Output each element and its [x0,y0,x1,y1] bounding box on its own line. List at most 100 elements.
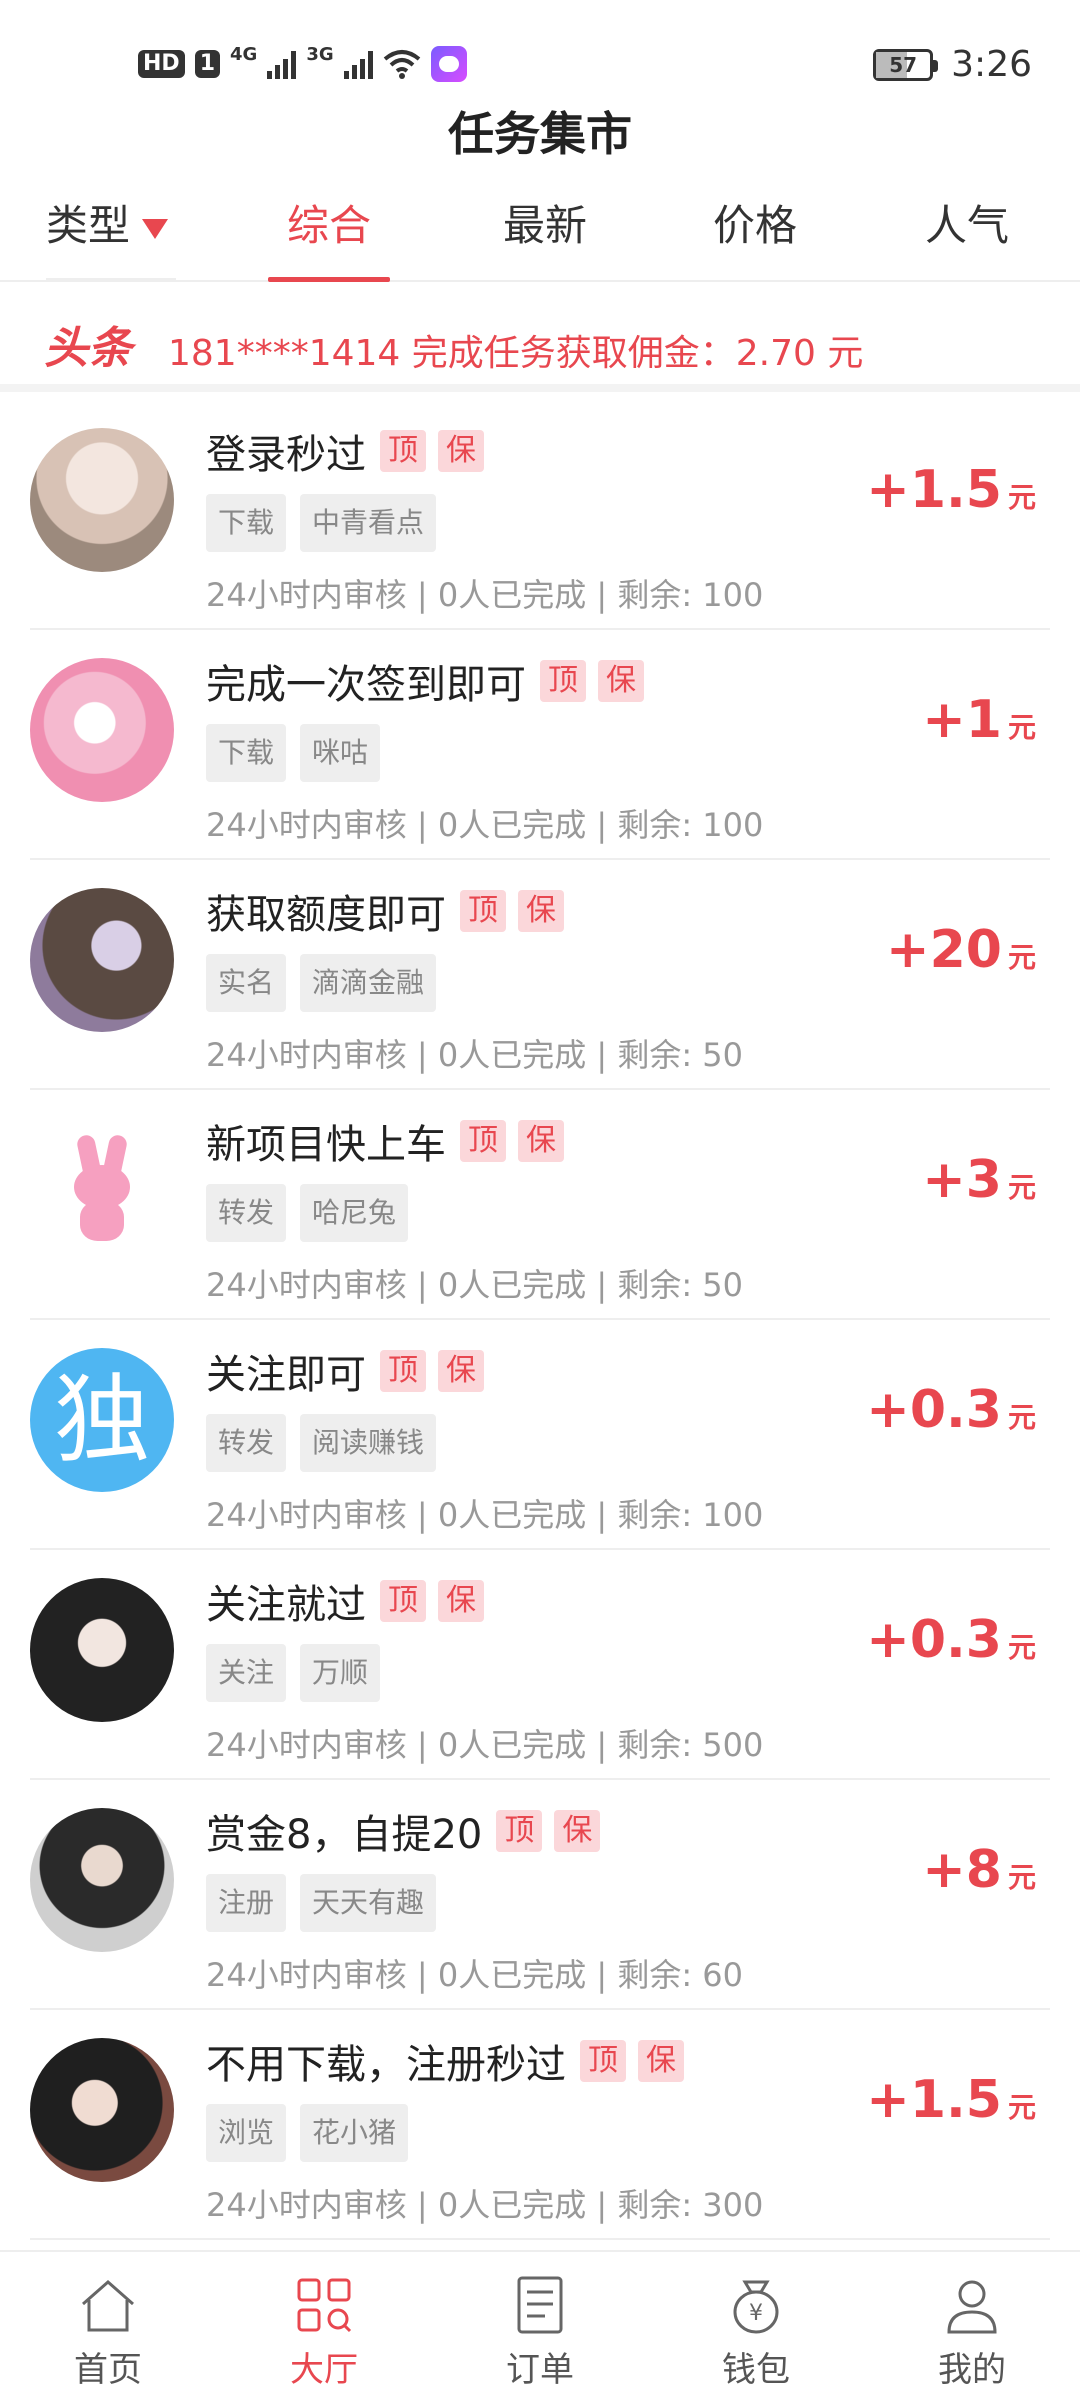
headline-tag: 头条 [44,323,132,374]
tab-popularity[interactable]: 人气 [912,190,1022,282]
task-avatar [30,888,174,1032]
tab-type-dropdown[interactable]: 类型 [46,190,186,282]
task-tag: 浏览 [206,2104,287,2162]
tab-price[interactable]: 价格 [700,190,810,282]
task-reward-unit: 元 [1007,2091,1036,2124]
task-title: 新项目快上车 顶 保 [206,1112,564,1170]
task-reward: +3 元 [922,1150,1036,1210]
top-badge: 顶 [380,430,426,472]
tab-type-label: 类型 [46,201,131,250]
type-underline [46,278,176,281]
network-type-1: 4G [230,43,258,65]
task-tag: 天天有趣 [300,1874,437,1932]
task-meta: 24小时内审核 | 0人已完成 | 剩余: 300 [206,2186,764,2224]
top-badge: 顶 [380,1580,426,1622]
nav-wallet[interactable]: ¥ 钱包 [648,2252,864,2400]
bottom-nav: 首页 大厅 订单 ¥ 钱包 我的 [0,2250,1080,2400]
task-item[interactable]: 关注就过 顶 保 关注 万顺 24小时内审核 | 0人已完成 | 剩余: 500… [30,1550,1050,1780]
task-avatar [30,2038,174,2182]
task-reward-unit: 元 [1007,1631,1036,1664]
task-reward-unit: 元 [1007,711,1036,744]
task-tags: 下载 咪咕 [206,724,381,782]
nav-home[interactable]: 首页 [0,2252,216,2400]
tab-latest[interactable]: 最新 [490,190,600,282]
task-meta: 24小时内审核 | 0人已完成 | 剩余: 60 [206,1956,744,1994]
task-title-text: 关注即可 [206,1352,366,1398]
nav-hall[interactable]: 大厅 [216,2252,432,2400]
profile-icon [947,2280,997,2334]
task-tags: 注册 天天有趣 [206,1874,437,1932]
task-title: 关注即可 顶 保 [206,1342,484,1400]
guarantee-badge: 保 [438,1350,484,1392]
task-item[interactable]: 完成一次签到即可 顶 保 下载 咪咕 24小时内审核 | 0人已完成 | 剩余:… [30,630,1050,860]
tab-comprehensive[interactable]: 综合 [268,190,390,282]
nav-label: 我的 [938,2350,1006,2390]
task-title-text: 获取额度即可 [206,892,446,938]
task-item[interactable]: 登录秒过 顶 保 下载 中青看点 24小时内审核 | 0人已完成 | 剩余: 1… [30,400,1050,630]
bunny-icon [62,1133,142,1245]
signal-icon [343,49,373,79]
task-tag: 万顺 [300,1644,381,1702]
task-reward: +1 元 [922,690,1036,750]
guarantee-badge: 保 [518,1120,564,1162]
nav-label: 首页 [74,2350,142,2390]
sim-indicator: 1 [194,50,220,78]
task-reward-amount: +1 [922,690,1002,750]
wifi-icon [383,50,420,79]
task-item[interactable]: 新项目快上车 顶 保 转发 哈尼兔 24小时内审核 | 0人已完成 | 剩余: … [30,1090,1050,1320]
task-tags: 实名 滴滴金融 [206,954,437,1012]
clock: 3:26 [951,44,1032,85]
task-tags: 下载 中青看点 [206,494,437,552]
task-title: 登录秒过 顶 保 [206,422,484,480]
task-tags: 关注 万顺 [206,1644,381,1702]
task-item[interactable]: 赏金8，自提20 顶 保 注册 天天有趣 24小时内审核 | 0人已完成 | 剩… [30,1780,1050,2010]
battery-level: 57 [889,52,918,77]
task-meta: 24小时内审核 | 0人已完成 | 剩余: 50 [206,1036,744,1074]
hd-indicator: HD [138,50,185,78]
task-tag: 咪咕 [300,724,381,782]
task-list: 登录秒过 顶 保 下载 中青看点 24小时内审核 | 0人已完成 | 剩余: 1… [0,400,1080,2240]
task-tags: 转发 阅读赚钱 [206,1414,437,1472]
task-reward-unit: 元 [1007,1861,1036,1894]
task-reward-amount: +1.5 [866,2070,1002,2130]
task-tag: 花小猪 [300,2104,409,2162]
task-reward: +0.3 元 [866,1380,1036,1440]
task-reward-unit: 元 [1007,481,1036,514]
top-badge: 顶 [380,1350,426,1392]
guarantee-badge: 保 [438,1580,484,1622]
task-reward-amount: +1.5 [866,460,1002,520]
guarantee-badge: 保 [638,2040,684,2082]
top-badge: 顶 [460,890,506,932]
nav-profile[interactable]: 我的 [864,2252,1080,2400]
task-title-text: 关注就过 [206,1582,366,1628]
task-reward-unit: 元 [1007,1401,1036,1434]
filter-tabs: 类型 综合 最新 价格 人气 [0,190,1080,282]
guarantee-badge: 保 [438,430,484,472]
top-badge: 顶 [580,2040,626,2082]
task-avatar [30,1578,174,1722]
order-icon [517,2276,563,2334]
task-reward-amount: +20 [886,920,1002,980]
nav-orders[interactable]: 订单 [432,2252,648,2400]
wallet-icon: ¥ [733,2280,779,2334]
headline-banner[interactable]: 头条 181****1414 完成任务获取佣金：2.70 元 [0,300,1080,392]
task-tags: 转发 哈尼兔 [206,1184,409,1242]
task-item[interactable]: 独 关注即可 顶 保 转发 阅读赚钱 24小时内审核 | 0人已完成 | 剩余:… [30,1320,1050,1550]
task-item[interactable]: 不用下载，注册秒过 顶 保 浏览 花小猪 24小时内审核 | 0人已完成 | 剩… [30,2010,1050,2240]
task-tag: 转发 [206,1414,287,1472]
task-meta: 24小时内审核 | 0人已完成 | 剩余: 100 [206,576,764,614]
task-reward: +8 元 [922,1840,1036,1900]
task-title: 关注就过 顶 保 [206,1572,484,1630]
task-avatar [30,658,174,802]
page-title: 任务集市 [448,107,632,161]
status-right: 57 3:26 [873,44,1032,85]
task-avatar: 独 [30,1348,174,1492]
grid-icon [297,2278,352,2333]
signal-icon [267,49,297,79]
guarantee-badge: 保 [518,890,564,932]
task-item[interactable]: 获取额度即可 顶 保 实名 滴滴金融 24小时内审核 | 0人已完成 | 剩余:… [30,860,1050,1090]
top-badge: 顶 [460,1120,506,1162]
task-tag: 注册 [206,1874,287,1932]
task-meta: 24小时内审核 | 0人已完成 | 剩余: 500 [206,1726,764,1764]
task-tag: 下载 [206,724,287,782]
